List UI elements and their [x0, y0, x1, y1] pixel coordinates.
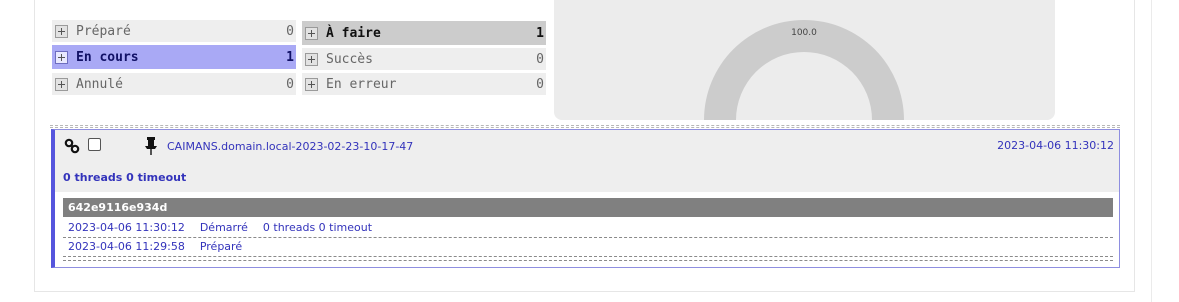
- event-row: 2023-04-06 11:30:12 Démarré 0 threads 0 …: [63, 218, 1113, 238]
- status-label: En erreur: [326, 76, 397, 92]
- status-row-succes[interactable]: Succès 0: [302, 48, 546, 70]
- status-row-a-faire[interactable]: À faire 1: [302, 21, 546, 45]
- status-label: Succès: [326, 51, 373, 67]
- job-card[interactable]: CAIMANS.domain.local-2023-02-23-10-17-47…: [51, 129, 1120, 268]
- job-select-checkbox[interactable]: [88, 138, 101, 151]
- pin-icon[interactable]: [144, 137, 158, 155]
- status-row-annule[interactable]: Annulé 0: [52, 73, 296, 95]
- status-row-prepare[interactable]: Préparé 0: [52, 20, 296, 42]
- section-divider: [50, 127, 1120, 128]
- event-status: Démarré: [199, 221, 248, 234]
- section-divider: [50, 125, 1120, 126]
- status-label: Annulé: [76, 76, 123, 92]
- event-row: 2023-04-06 11:29:58 Préparé: [63, 237, 1113, 257]
- events-end-divider: [63, 260, 1113, 261]
- expand-plus-icon[interactable]: [55, 50, 68, 64]
- status-count: 0: [536, 51, 544, 67]
- job-threads-summary: 0 threads 0 timeout: [63, 171, 187, 184]
- progress-gauge-chart: 100.0: [554, 0, 1055, 120]
- link-chain-icon[interactable]: [64, 138, 80, 154]
- event-time: 2023-04-06 11:30:12: [68, 221, 185, 234]
- status-label: En cours: [76, 49, 139, 65]
- gauge-svg: 100.0: [704, 20, 904, 120]
- frame-outer-border: [1151, 0, 1152, 302]
- expand-plus-icon[interactable]: [55, 24, 68, 38]
- event-time: 2023-04-06 11:29:58: [68, 240, 185, 253]
- event-status: Préparé: [199, 240, 243, 253]
- status-count: 0: [286, 23, 294, 39]
- expand-plus-icon[interactable]: [305, 77, 318, 91]
- frame-right-border: [1134, 0, 1135, 292]
- expand-plus-icon[interactable]: [305, 52, 318, 66]
- expand-plus-icon[interactable]: [55, 77, 68, 91]
- event-detail: 0 threads 0 timeout: [262, 221, 373, 234]
- status-count: 0: [286, 76, 294, 92]
- frame-left-border: [34, 0, 35, 292]
- status-label: À faire: [326, 25, 381, 41]
- status-row-en-cours[interactable]: En cours 1: [52, 45, 296, 69]
- gauge-value-label: 100.0: [791, 28, 817, 38]
- status-count: 1: [286, 49, 294, 65]
- status-label: Préparé: [76, 23, 131, 39]
- run-id: 642e9116e934d: [68, 201, 168, 214]
- run-id-bar[interactable]: 642e9116e934d: [63, 198, 1113, 217]
- job-date: 2023-04-06 11:30:12: [997, 139, 1114, 152]
- status-count: 0: [536, 76, 544, 92]
- frame-bottom-border: [34, 291, 1135, 292]
- status-row-en-erreur[interactable]: En erreur 0: [302, 73, 546, 95]
- expand-plus-icon[interactable]: [305, 26, 318, 40]
- job-title-link[interactable]: CAIMANS.domain.local-2023-02-23-10-17-47: [167, 140, 413, 153]
- status-count: 1: [536, 25, 544, 41]
- job-header: CAIMANS.domain.local-2023-02-23-10-17-47…: [55, 130, 1119, 192]
